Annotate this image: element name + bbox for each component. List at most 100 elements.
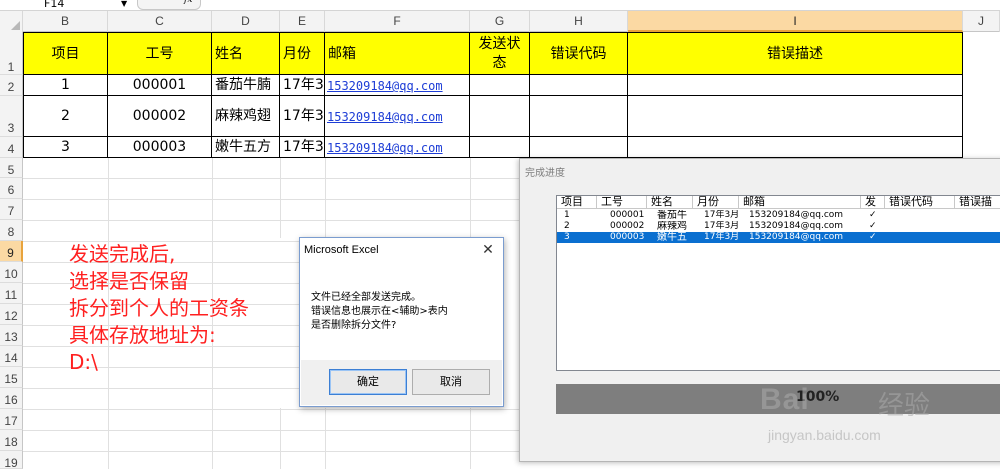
column-header-e[interactable]: E bbox=[280, 11, 325, 32]
insert-function-button[interactable]: fx bbox=[137, 0, 201, 10]
list-cell: 153209184@qq.com bbox=[749, 221, 844, 231]
row-header-3[interactable]: 3 bbox=[0, 96, 23, 137]
gridline bbox=[23, 451, 520, 452]
cell-error-desc[interactable] bbox=[628, 96, 963, 137]
cell-error-desc[interactable] bbox=[628, 137, 963, 158]
row-header-7[interactable]: 7 bbox=[0, 199, 23, 220]
row-header-4[interactable]: 4 bbox=[0, 137, 23, 158]
chevron-down-icon[interactable]: ▼ bbox=[121, 0, 127, 8]
column-header-g[interactable]: G bbox=[470, 11, 530, 32]
cell-id[interactable]: 000002 bbox=[108, 96, 212, 137]
row-header-10[interactable]: 10 bbox=[0, 262, 23, 283]
row-header-18[interactable]: 18 bbox=[0, 430, 23, 451]
message-box-title-bar[interactable]: Microsoft Excel ✕ bbox=[300, 238, 503, 263]
cell-name[interactable]: 嫩牛五方 bbox=[212, 137, 280, 158]
cell-name[interactable]: 麻辣鸡翅 bbox=[212, 96, 280, 137]
row-header-19[interactable]: 19 bbox=[0, 451, 23, 469]
gridline bbox=[23, 199, 520, 200]
cell-item[interactable]: 1 bbox=[23, 75, 108, 96]
cell-name[interactable]: 番茄牛腩 bbox=[212, 75, 280, 96]
message-line: 错误信息也展示在<辅助>表内 bbox=[311, 306, 448, 317]
annotation-line: 具体存放地址为: bbox=[69, 323, 216, 347]
gridline bbox=[23, 430, 520, 431]
column-header-j[interactable]: J bbox=[963, 11, 1000, 32]
formula-bar: F14 ▼ fx bbox=[0, 0, 1000, 11]
list-column-header[interactable]: 邮箱 bbox=[739, 196, 861, 209]
select-all-corner[interactable] bbox=[0, 11, 23, 32]
close-icon[interactable]: ✕ bbox=[477, 240, 499, 260]
cell-id[interactable]: 000003 bbox=[108, 137, 212, 158]
row-header-12[interactable]: 12 bbox=[0, 304, 23, 325]
column-header-c[interactable]: C bbox=[108, 11, 212, 32]
cell-id[interactable]: 000001 bbox=[108, 75, 212, 96]
list-column-header[interactable]: 工号 bbox=[597, 196, 647, 209]
list-item-selected[interactable]: 3 000003 嫩牛五 17年3月 153209184@qq.com ✓ bbox=[557, 232, 1000, 243]
column-header-h[interactable]: H bbox=[530, 11, 628, 32]
name-box[interactable]: F14 bbox=[0, 0, 132, 10]
list-cell: 2 bbox=[564, 221, 570, 231]
ok-button[interactable]: 确定 bbox=[329, 369, 407, 395]
row-header-14[interactable]: 14 bbox=[0, 346, 23, 367]
table-header-error-code[interactable]: 错误代码 bbox=[530, 32, 628, 75]
cell-email-link[interactable]: 153209184@qq.com bbox=[325, 96, 470, 137]
cell-status[interactable] bbox=[470, 137, 530, 158]
progress-bar-fill bbox=[556, 384, 1000, 414]
column-header-f[interactable]: F bbox=[325, 11, 470, 32]
table-header-item[interactable]: 项目 bbox=[23, 32, 108, 75]
cell-month[interactable]: 17年3 bbox=[280, 96, 325, 137]
list-cell: 17年3月 bbox=[704, 232, 740, 242]
row-header-9[interactable]: 9 bbox=[0, 241, 23, 262]
cell-error-code[interactable] bbox=[530, 75, 628, 96]
cell-month[interactable]: 17年3 bbox=[280, 75, 325, 96]
list-column-header[interactable]: 错误代码 bbox=[885, 196, 955, 209]
list-column-header[interactable]: 错误描 bbox=[955, 196, 1000, 209]
list-column-header[interactable]: 项目 bbox=[557, 196, 597, 209]
cell-error-code[interactable] bbox=[530, 96, 628, 137]
column-header-b[interactable]: B bbox=[23, 11, 108, 32]
check-icon: ✓ bbox=[869, 232, 877, 242]
cell-item[interactable]: 3 bbox=[23, 137, 108, 158]
list-column-header[interactable]: 月份 bbox=[693, 196, 739, 209]
list-cell: 3 bbox=[564, 232, 570, 242]
table-header-status-line1: 发送状 bbox=[478, 36, 521, 52]
row-header-16[interactable]: 16 bbox=[0, 388, 23, 409]
row-header-2[interactable]: 2 bbox=[0, 75, 23, 96]
list-item[interactable]: 2 000002 麻辣鸡 17年3月 153209184@qq.com ✓ bbox=[557, 221, 1000, 232]
cell-item[interactable]: 2 bbox=[23, 96, 108, 137]
cell-email-link[interactable]: 153209184@qq.com bbox=[325, 75, 470, 96]
table-header-status[interactable]: 发送状 态 bbox=[470, 32, 530, 75]
table-header-email[interactable]: 邮箱 bbox=[325, 32, 470, 75]
gridline bbox=[23, 220, 520, 221]
progress-list-view[interactable]: 项目 工号 姓名 月份 邮箱 发 错误代码 错误描 1 000001 番茄牛 1… bbox=[556, 195, 1000, 371]
table-header-month[interactable]: 月份 bbox=[280, 32, 325, 75]
cell-email-link[interactable]: 153209184@qq.com bbox=[325, 137, 470, 158]
message-box-footer: 确定 取消 bbox=[301, 360, 502, 405]
cancel-button[interactable]: 取消 bbox=[412, 369, 490, 395]
gridline bbox=[325, 158, 326, 238]
table-header-error-desc[interactable]: 错误描述 bbox=[628, 32, 963, 75]
row-header-1[interactable]: 1 bbox=[0, 32, 23, 75]
cell-month[interactable]: 17年3 bbox=[280, 137, 325, 158]
column-header-i[interactable]: I bbox=[628, 11, 963, 32]
row-header-17[interactable]: 17 bbox=[0, 409, 23, 430]
message-line: 文件已经全部发送完成。 bbox=[311, 292, 421, 303]
column-header-d[interactable]: D bbox=[212, 11, 280, 32]
cell-status[interactable] bbox=[470, 96, 530, 137]
cell-status[interactable] bbox=[470, 75, 530, 96]
gridline bbox=[470, 408, 471, 469]
row-header-8[interactable]: 8 bbox=[0, 220, 23, 241]
row-header-11[interactable]: 11 bbox=[0, 283, 23, 304]
row-header-13[interactable]: 13 bbox=[0, 325, 23, 346]
check-icon: ✓ bbox=[869, 221, 877, 231]
row-header-15[interactable]: 15 bbox=[0, 367, 23, 388]
row-header-5[interactable]: 5 bbox=[0, 158, 23, 178]
table-header-id[interactable]: 工号 bbox=[108, 32, 212, 75]
row-header-6[interactable]: 6 bbox=[0, 178, 23, 199]
cell-error-desc[interactable] bbox=[628, 75, 963, 96]
list-column-header[interactable]: 姓名 bbox=[647, 196, 693, 209]
table-header-name[interactable]: 姓名 bbox=[212, 32, 280, 75]
list-column-header[interactable]: 发 bbox=[861, 196, 885, 209]
cell-error-code[interactable] bbox=[530, 137, 628, 158]
list-item[interactable]: 1 000001 番茄牛 17年3月 153209184@qq.com ✓ bbox=[557, 210, 1000, 221]
list-cell: 000002 bbox=[610, 221, 645, 231]
